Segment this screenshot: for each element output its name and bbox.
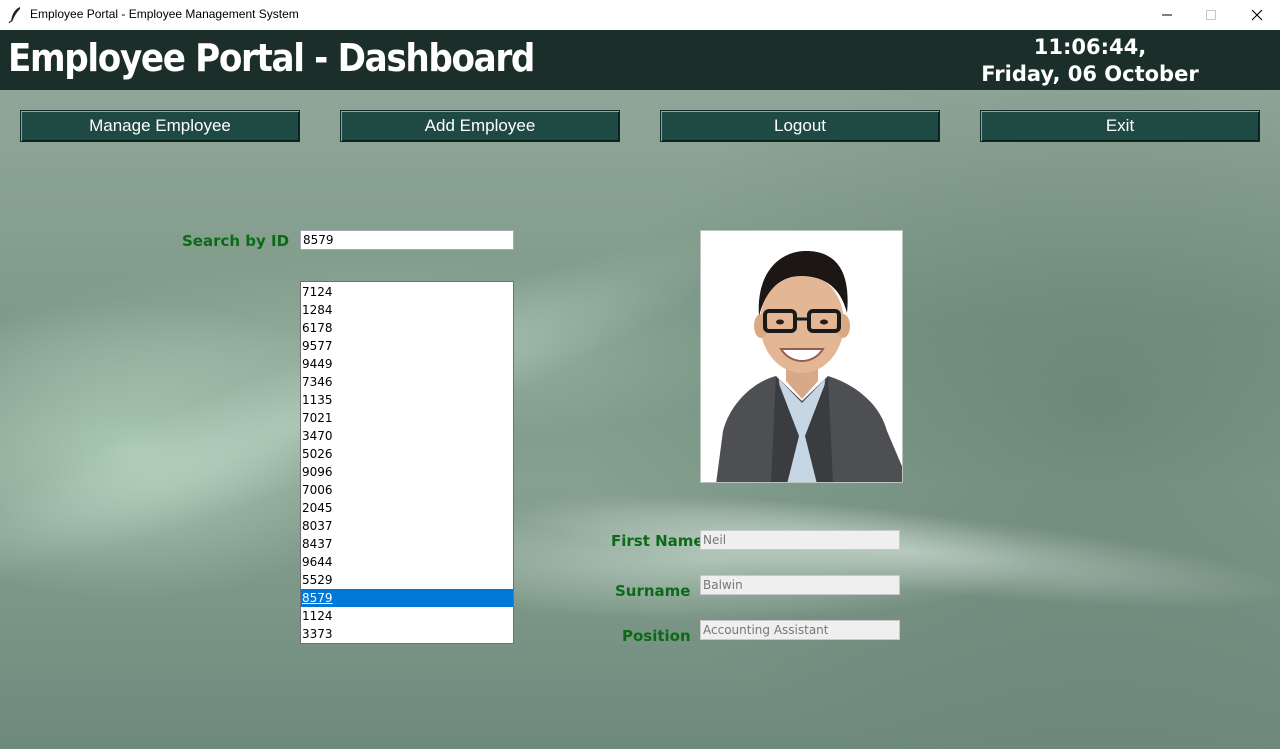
list-item[interactable]: 7346	[301, 373, 513, 391]
list-item-label: 9449	[302, 357, 333, 371]
list-item-label: 7346	[302, 375, 333, 389]
list-item-label: 8579	[302, 591, 333, 605]
list-item[interactable]: 8437	[301, 535, 513, 553]
list-item[interactable]: 8037	[301, 517, 513, 535]
list-item[interactable]: 1284	[301, 301, 513, 319]
list-item[interactable]: 7021	[301, 409, 513, 427]
minimize-icon	[1161, 6, 1173, 25]
list-item[interactable]: 8579	[301, 589, 513, 607]
maximize-button[interactable]	[1188, 0, 1234, 30]
list-item[interactable]: 2045	[301, 499, 513, 517]
employee-photo	[700, 230, 903, 483]
employee-id-list[interactable]: 7124 1284 6178 9577 9449 7346 1135 7021 3470 5026…	[300, 281, 514, 644]
clock: 11:06:44, Friday, 06 October	[960, 34, 1220, 88]
list-item[interactable]: 1135	[301, 391, 513, 409]
page-title: Employee Portal - Dashboard	[8, 36, 535, 80]
dashboard-content: Manage Employee Add Employee Logout Exit…	[0, 90, 1280, 749]
list-item-label: 9577	[302, 339, 333, 353]
close-button[interactable]	[1234, 0, 1280, 30]
clock-time: 11:06:44,	[1033, 35, 1147, 59]
surname-field[interactable]: Balwin	[700, 575, 900, 595]
list-item[interactable]: 1124	[301, 607, 513, 625]
list-item-label: 7021	[302, 411, 333, 425]
list-item[interactable]: 5026	[301, 445, 513, 463]
list-item-label: 1135	[302, 393, 333, 407]
list-item-label: 5026	[302, 447, 333, 461]
list-item-label: 3470	[302, 429, 333, 443]
list-item[interactable]: 5529	[301, 571, 513, 589]
surname-label: Surname	[615, 582, 691, 600]
exit-button[interactable]: Exit	[980, 110, 1260, 142]
logout-button[interactable]: Logout	[660, 110, 940, 142]
window-titlebar: Employee Portal - Employee Management Sy…	[0, 0, 1280, 31]
list-item-label: 7124	[302, 285, 333, 299]
position-label: Position	[622, 627, 691, 645]
list-item[interactable]: 9449	[301, 355, 513, 373]
feather-icon	[8, 6, 24, 24]
first-name-field[interactable]: Neil	[700, 530, 900, 550]
minimize-button[interactable]	[1144, 0, 1190, 30]
maximize-icon	[1205, 6, 1217, 25]
list-item-label: 9096	[302, 465, 333, 479]
list-item-label: 5529	[302, 573, 333, 587]
list-item-label: 1124	[302, 609, 333, 623]
list-item[interactable]: 3470	[301, 427, 513, 445]
list-item-label: 7006	[302, 483, 333, 497]
dashboard-header: Employee Portal - Dashboard 11:06:44, Fr…	[0, 30, 1280, 90]
list-item[interactable]: 6178	[301, 319, 513, 337]
list-item[interactable]: 9096	[301, 463, 513, 481]
list-item-label: 3373	[302, 627, 333, 641]
add-employee-button[interactable]: Add Employee	[340, 110, 620, 142]
first-name-label: First Name	[611, 532, 704, 550]
list-item-label: 9644	[302, 555, 333, 569]
list-item[interactable]: 3373	[301, 625, 513, 643]
list-item[interactable]: 7124	[301, 283, 513, 301]
clock-date: Friday, 06 October	[981, 62, 1199, 86]
list-item-label: 2045	[302, 501, 333, 515]
list-item[interactable]: 7006	[301, 481, 513, 499]
search-input[interactable]: 8579	[300, 230, 514, 250]
position-field[interactable]: Accounting Assistant	[700, 620, 900, 640]
list-item-label: 1284	[302, 303, 333, 317]
close-icon	[1251, 6, 1263, 25]
search-label: Search by ID	[182, 232, 290, 250]
list-item[interactable]: 9644	[301, 553, 513, 571]
background-swoosh	[498, 468, 1280, 632]
list-item-label: 6178	[302, 321, 333, 335]
list-item-label: 8437	[302, 537, 333, 551]
window-title: Employee Portal - Employee Management Sy…	[30, 7, 299, 21]
list-item-label: 8037	[302, 519, 333, 533]
manage-employee-button[interactable]: Manage Employee	[20, 110, 300, 142]
list-item[interactable]: 9577	[301, 337, 513, 355]
